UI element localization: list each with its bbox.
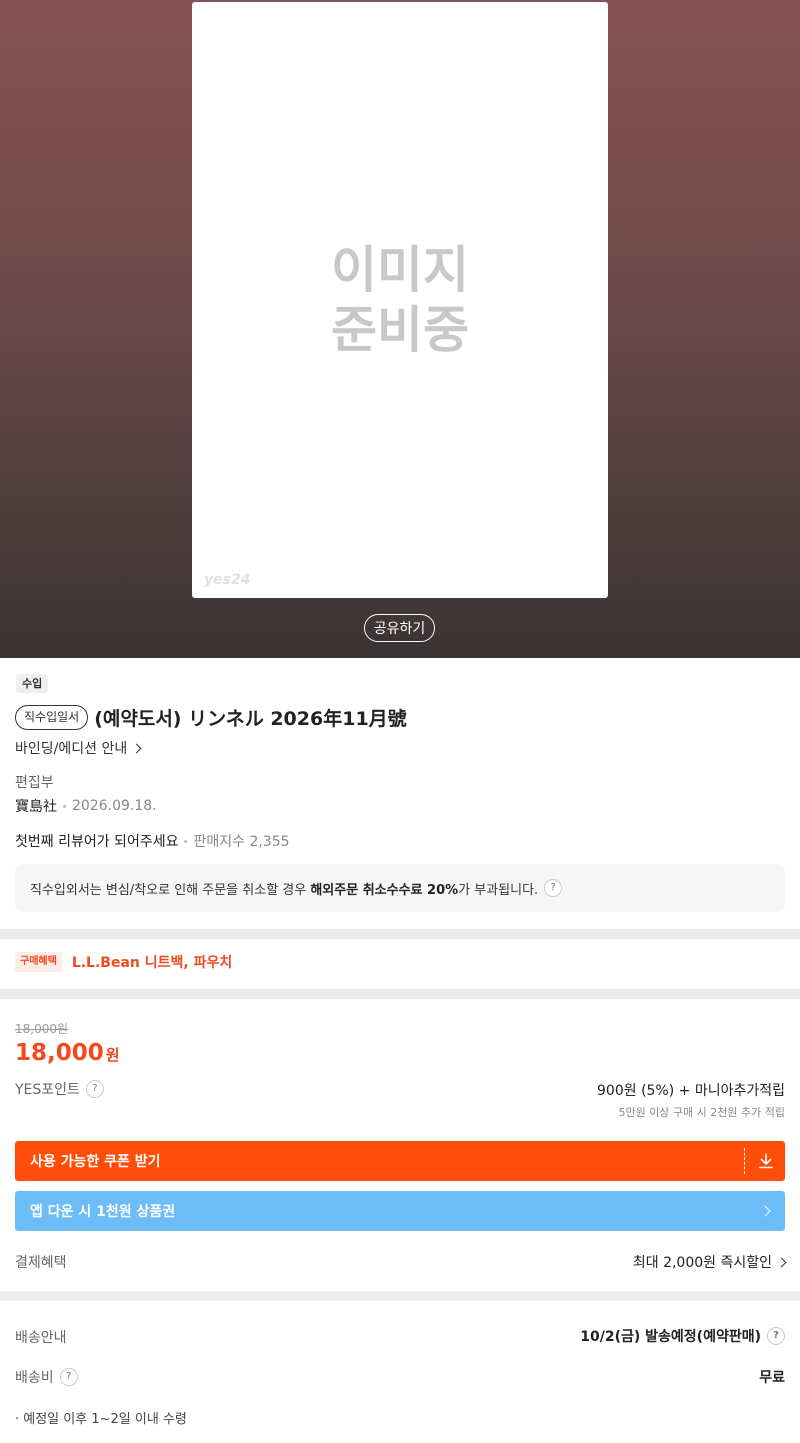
notice-text: 직수입외서는 변심/착오로 인해 주문을 취소할 경우 해외주문 취소수수료 2… bbox=[30, 879, 538, 898]
cancel-fee-notice: 직수입외서는 변심/착오로 인해 주문을 취소할 경우 해외주문 취소수수료 2… bbox=[15, 864, 785, 912]
notice-text-after: 가 부과됩니다. bbox=[458, 882, 539, 898]
shipping-value: 10/2(금) 발송예정(예약판매) bbox=[580, 1329, 761, 1345]
purchase-benefit[interactable]: 구매혜택 L.L.Bean 니트백, 파우치 bbox=[15, 952, 232, 972]
cover-placeholder: 이미지 준비중 bbox=[192, 240, 608, 360]
section-divider bbox=[0, 929, 800, 939]
notice-text-bold: 해외주문 취소수수료 20% bbox=[310, 882, 459, 898]
author[interactable]: 편집부 bbox=[15, 772, 54, 792]
help-icon[interactable]: ? bbox=[59, 1368, 78, 1386]
help-icon[interactable]: ? bbox=[767, 1327, 785, 1345]
yes-point-text: YES포인트 bbox=[15, 1082, 80, 1098]
shipping-fee-text: 배송비 bbox=[15, 1370, 54, 1386]
coupon-separator bbox=[744, 1148, 745, 1174]
title-row: 직수입일서 (예약도서) リンネル 2026年11月號 bbox=[15, 704, 407, 730]
shipping-info: 10/2(금) 발송예정(예약판매) ? bbox=[580, 1326, 785, 1346]
original-price: 18,000원 bbox=[15, 1022, 69, 1036]
chevron-right-icon bbox=[131, 743, 142, 753]
yes-point-label: YES포인트 ? bbox=[15, 1079, 104, 1099]
sales-index: 판매지수 2,355 bbox=[193, 834, 290, 850]
yes-point-note: 5만원 이상 구매 시 2천원 추가 적립 bbox=[618, 1106, 785, 1119]
shipping-fee-value: 무료 bbox=[759, 1370, 785, 1386]
cover-placeholder-line1: 이미지 bbox=[331, 241, 469, 299]
yes-point-value: 900원 (5%) + 마니아추가적립 bbox=[597, 1083, 785, 1099]
publisher[interactable]: 寶島社 bbox=[15, 796, 57, 816]
download-icon bbox=[759, 1153, 773, 1169]
product-title: (예약도서) リンネル 2026年11月號 bbox=[94, 707, 407, 730]
shipping-fee-label: 배송비 ? bbox=[15, 1367, 78, 1387]
separator-dot bbox=[63, 804, 66, 808]
app-download-promo-button[interactable]: 앱 다운 시 1천원 상품권 bbox=[15, 1191, 785, 1231]
sale-price-value: 18,000 bbox=[15, 1040, 104, 1066]
help-icon[interactable]: ? bbox=[544, 879, 563, 897]
notice-text-before: 직수입외서는 변심/착오로 인해 주문을 취소할 경우 bbox=[30, 882, 311, 898]
coupon-download-button[interactable]: 사용 가능한 쿠폰 받기 bbox=[15, 1141, 785, 1181]
publisher-row: 寶島社 2026.09.18. bbox=[15, 796, 157, 816]
benefit-tag: 구매혜택 bbox=[15, 952, 62, 972]
payment-benefit-link[interactable]: 최대 2,000원 즉시할인 bbox=[632, 1252, 787, 1272]
coupon-label: 사용 가능한 쿠폰 받기 bbox=[30, 1154, 161, 1170]
review-row: 첫번째 리뷰어가 되어주세요 판매지수 2,355 bbox=[15, 831, 290, 851]
book-cover[interactable]: 이미지 준비중 yes24 bbox=[192, 2, 608, 598]
binding-edition-link[interactable]: 바인딩/에디션 안내 bbox=[15, 738, 142, 758]
separator-dot bbox=[184, 839, 188, 843]
sale-price-unit: 원 bbox=[105, 1046, 120, 1064]
shipping-label: 배송안내 bbox=[15, 1330, 67, 1346]
chevron-right-icon bbox=[759, 1205, 771, 1217]
receive-note: · 예정일 이후 1~2일 이내 수령 bbox=[15, 1412, 187, 1427]
sale-price: 18,000 원 bbox=[15, 1040, 120, 1066]
share-button[interactable]: 공유하기 bbox=[364, 614, 435, 642]
section-divider bbox=[0, 1291, 800, 1301]
binding-edition-label: 바인딩/에디션 안내 bbox=[15, 741, 128, 757]
benefit-text: L.L.Bean 니트백, 파우치 bbox=[71, 955, 233, 971]
import-tag: 수입 bbox=[16, 674, 49, 693]
app-promo-label: 앱 다운 시 1천원 상품권 bbox=[30, 1204, 176, 1220]
chevron-right-icon bbox=[776, 1257, 787, 1267]
yes24-logo: yes24 bbox=[204, 572, 251, 588]
payment-benefit-value: 최대 2,000원 즉시할인 bbox=[632, 1255, 772, 1271]
pub-date: 2026.09.18. bbox=[72, 798, 157, 814]
help-icon[interactable]: ? bbox=[85, 1080, 104, 1098]
category-pill[interactable]: 직수입일서 bbox=[15, 704, 89, 730]
payment-benefit-label: 결제혜택 bbox=[15, 1255, 67, 1271]
section-divider bbox=[0, 989, 800, 999]
cover-placeholder-line2: 준비중 bbox=[331, 301, 469, 359]
hero-section: 이미지 준비중 yes24 공유하기 bbox=[0, 0, 800, 658]
review-prompt-link[interactable]: 첫번째 리뷰어가 되어주세요 bbox=[15, 831, 178, 851]
